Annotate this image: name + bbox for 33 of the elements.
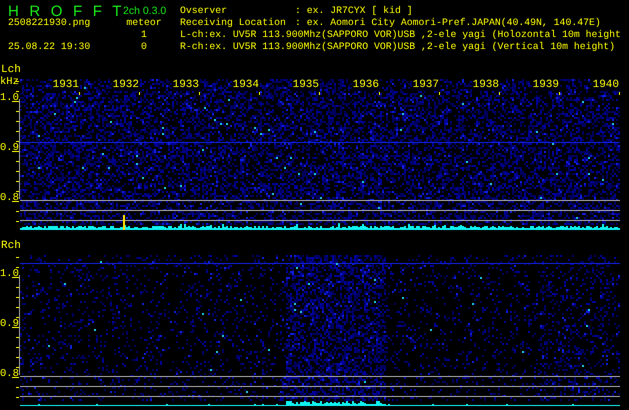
time-label: 1935 (292, 79, 320, 91)
time-label: 1933 (172, 79, 200, 91)
date-time: 25.08.22 19:30 (8, 41, 92, 53)
info-line: L-ch:ex. UV5R 113.900Mhz(SAPPORO VOR)USB ,2-ele yagi (Holozontal 10m height (180, 29, 622, 41)
frequency-label: 0.8 (0, 368, 19, 380)
channel-label: Rch (0, 240, 22, 254)
info-value: : ex. Aomori City Aomori-Pref.JAPAN(40.49N, 140.47E) (295, 17, 601, 29)
info-label: Ovserver (180, 5, 228, 17)
time-label: 1938 (472, 79, 500, 91)
frequency-label: 0.8 (0, 192, 19, 204)
detection-marker (123, 215, 125, 230)
time-label: 1932 (112, 79, 140, 91)
channel-label: Lch (0, 64, 22, 76)
time-label: 1934 (232, 79, 260, 91)
time-label: 1940 (592, 79, 620, 91)
frequency-label: 1.0 (0, 92, 19, 104)
file-name: 2508221930.png (8, 17, 92, 29)
frequency-label: 0.9 (0, 318, 19, 330)
time-label: 1936 (352, 79, 380, 91)
meteor-count: 1 (140, 29, 148, 41)
meteor-label: meteor (125, 17, 163, 29)
version-label: 2ch 0.3.0 (123, 5, 168, 17)
meteor-count: 0 (140, 41, 148, 53)
unit-label: kHz (0, 76, 19, 88)
info-value: : ex. JR7CYX [ kid ] (295, 5, 413, 17)
time-label: 1937 (412, 79, 440, 91)
time-label: 1939 (532, 79, 560, 91)
info-label: Receiving Location (180, 17, 287, 29)
frequency-label: 1.0 (0, 268, 19, 280)
app-title: H R O F F T (8, 5, 123, 17)
frequency-label: 0.9 (0, 142, 19, 154)
time-label: 1931 (52, 79, 80, 91)
info-line: R-ch:ex. UV5R 113.900Mhz(SAPPORO VOR)USB ,2-ele yagi (Vertical 10m height) (180, 41, 616, 53)
